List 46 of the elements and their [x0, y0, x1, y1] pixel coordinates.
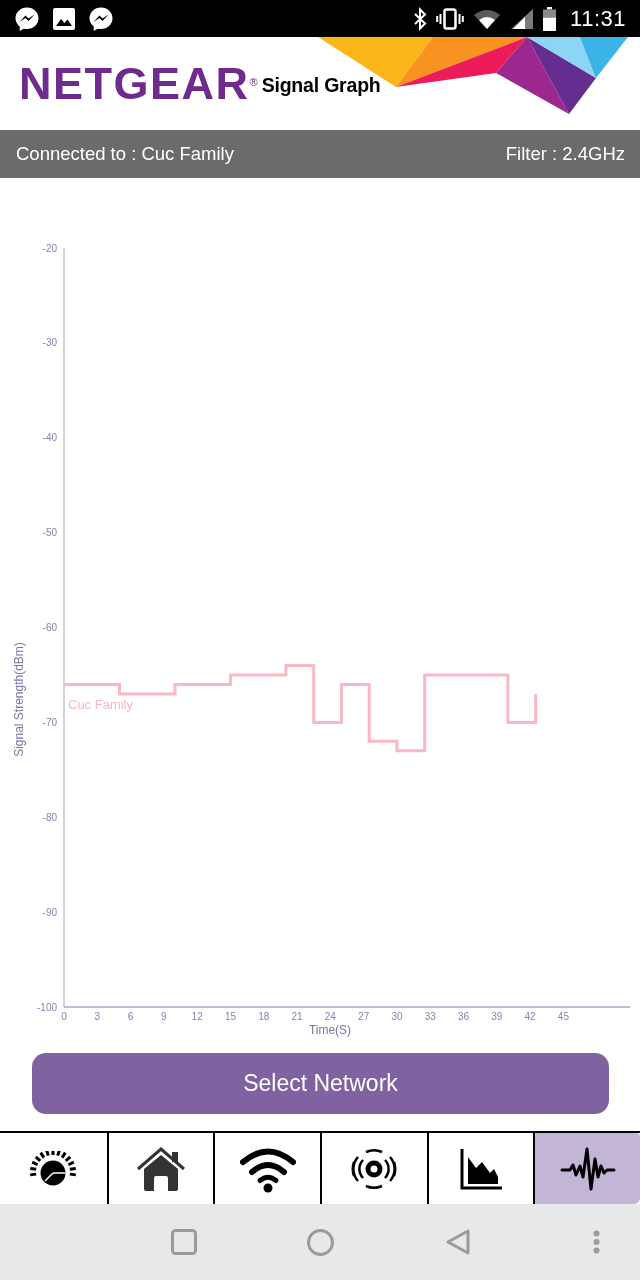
house-icon: [135, 1145, 187, 1192]
x-tick-label: 18: [258, 1011, 270, 1022]
x-tick-label: 12: [191, 1011, 203, 1022]
x-tick-label: 0: [61, 1011, 67, 1022]
y-tick-label: -100: [37, 1001, 57, 1013]
x-tick-label: 33: [424, 1011, 436, 1022]
logo-text: NETGEAR$^{®}$: [19, 58, 258, 109]
y-axis-title: Signal Strength(dBm): [12, 642, 26, 757]
wifi-icon: [473, 7, 502, 30]
filter-label: Filter : 2.4GHz: [505, 143, 625, 165]
app-title: Signal Graph: [261, 72, 381, 97]
x-tick-label: 21: [291, 1011, 303, 1022]
x-axis-title: Time(S): [308, 1023, 352, 1037]
y-tick-label: -70: [42, 716, 57, 728]
status-time: 11:31: [570, 5, 626, 32]
x-tick-label: 36: [457, 1011, 470, 1022]
cell-signal-icon: [510, 7, 535, 30]
area-chart-icon: [459, 1146, 503, 1191]
series-label: Cuc Family: [68, 697, 133, 713]
connection-status: Connected to : Cuc Family: [16, 143, 234, 165]
y-tick-label: -40: [42, 432, 57, 444]
x-tick-label: 9: [161, 1011, 167, 1022]
x-tick-label: 39: [491, 1011, 503, 1022]
x-tick-label: 45: [557, 1011, 569, 1022]
y-tick-label: -20: [42, 242, 57, 254]
chat-bubble-icon: [14, 5, 40, 32]
y-tick-label: -60: [42, 622, 57, 633]
select-network-button[interactable]: Select Network: [32, 1053, 609, 1114]
x-tick-label: 24: [324, 1011, 336, 1022]
nav-tab[interactable]: [533, 1133, 640, 1204]
waveform-icon: [559, 1145, 616, 1192]
chat-bubble-icon: [88, 5, 114, 32]
x-tick-label: 27: [358, 1011, 370, 1022]
y-tick-label: -90: [42, 906, 57, 918]
x-tick-label: 3: [94, 1011, 101, 1022]
x-tick-label: 6: [127, 1011, 134, 1022]
x-tick-label: 42: [524, 1011, 536, 1022]
y-tick-label: -30: [42, 337, 57, 349]
x-tick-label: 15: [224, 1011, 237, 1022]
image-icon: [52, 6, 76, 31]
x-tick-label: 30: [391, 1011, 403, 1022]
vibrate-icon: [436, 7, 465, 30]
bluetooth-icon: [413, 6, 428, 31]
y-tick-label: -50: [42, 527, 57, 539]
y-tick-label: -80: [42, 811, 57, 823]
battery-icon: [543, 6, 557, 31]
